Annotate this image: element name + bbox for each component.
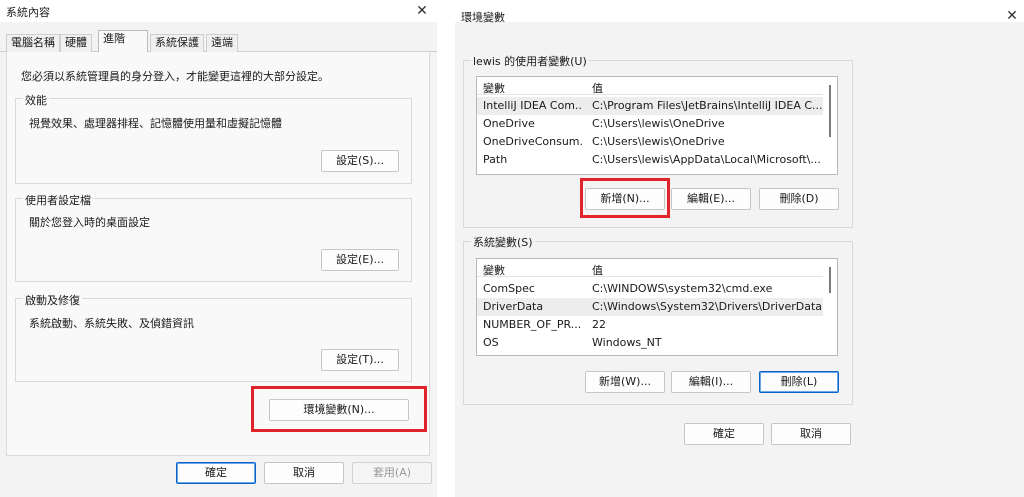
performance-desc: 視覺效果、處理器排程、記憶體使用量和虛擬記憶體	[29, 117, 282, 130]
performance-title: 效能	[23, 92, 49, 108]
list-item[interactable]: IntelliJ IDEA Com... C:\Program Files\Je…	[477, 97, 823, 115]
dialog-title: 環境變數	[461, 11, 505, 24]
user-new-button[interactable]: 新增(N)...	[585, 188, 665, 210]
ok-button[interactable]: 確定	[176, 462, 256, 484]
column-value[interactable]: 值	[592, 262, 603, 278]
list-item[interactable]: NUMBER_OF_PR... 22	[477, 316, 823, 334]
system-new-button[interactable]: 新增(W)...	[585, 371, 665, 393]
scrollbar-thumb[interactable]	[829, 85, 831, 137]
admin-note: 您必須以系統管理員的身分登入，才能變更這裡的大部分設定。	[21, 70, 329, 83]
ok-button[interactable]: 確定	[684, 423, 764, 445]
system-edit-button[interactable]: 編輯(I)...	[671, 371, 751, 393]
environment-variables-button[interactable]: 環境變數(N)...	[269, 399, 409, 421]
environment-variables-dialog: 環境變數 ✕ lewis 的使用者變數(U) 變數 值 IntelliJ IDE…	[455, 0, 1024, 497]
profiles-desc: 關於您登入時的桌面設定	[29, 216, 150, 229]
system-variables-title: 系統變數(S)	[471, 234, 535, 250]
tab-remote[interactable]: 遠端	[206, 34, 238, 52]
apply-button[interactable]: 套用(A)	[352, 462, 432, 484]
close-icon[interactable]: ✕	[410, 0, 434, 22]
cancel-button[interactable]: 取消	[264, 462, 344, 484]
startup-desc: 系統啟動、系統失敗、及偵錯資訊	[29, 317, 194, 330]
system-properties-titlebar: 系統內容 ✕	[0, 0, 437, 22]
tab-computer-name[interactable]: 電腦名稱	[6, 34, 60, 52]
column-value[interactable]: 值	[592, 80, 603, 96]
scrollbar-thumb[interactable]	[829, 267, 831, 293]
list-header: 變數 值	[477, 259, 823, 277]
list-header: 變數 值	[477, 77, 823, 95]
user-delete-button[interactable]: 刪除(D)	[759, 188, 839, 210]
startup-settings-button[interactable]: 設定(T)...	[321, 349, 399, 371]
list-item[interactable]: Path C:\Users\lewis\AppData\Local\Micros…	[477, 151, 823, 169]
system-variables-list[interactable]: 變數 值 ComSpec C:\WINDOWS\system32\cmd.exe…	[476, 258, 838, 356]
system-delete-button[interactable]: 刪除(L)	[759, 371, 839, 393]
cancel-button[interactable]: 取消	[771, 423, 851, 445]
column-variable[interactable]: 變數	[483, 262, 505, 278]
dialog-title: 系統內容	[6, 6, 50, 19]
tab-hardware[interactable]: 硬體	[60, 34, 92, 52]
tab-advanced[interactable]: 進階	[98, 30, 148, 53]
user-variables-title: lewis 的使用者變數(U)	[471, 53, 589, 69]
column-variable[interactable]: 變數	[483, 80, 505, 96]
environment-variables-titlebar: 環境變數 ✕	[455, 0, 1024, 24]
user-variables-list[interactable]: 變數 值 IntelliJ IDEA Com... C:\Program Fil…	[476, 76, 838, 175]
list-item[interactable]: DriverData C:\Windows\System32\Drivers\D…	[477, 298, 823, 316]
vertical-scrollbar[interactable]	[823, 259, 837, 355]
system-properties-dialog: 系統內容 ✕ 電腦名稱 硬體 進階 系統保護 遠端 您必須以系統管理員的身分登入…	[0, 0, 437, 497]
profiles-title: 使用者設定檔	[23, 192, 93, 208]
list-item[interactable]: ComSpec C:\WINDOWS\system32\cmd.exe	[477, 280, 823, 298]
performance-settings-button[interactable]: 設定(S)...	[321, 150, 399, 172]
list-item[interactable]: OS Windows_NT	[477, 334, 823, 352]
vertical-scrollbar[interactable]	[823, 77, 837, 174]
list-item[interactable]: OneDriveConsum... C:\Users\lewis\OneDriv…	[477, 133, 823, 151]
close-icon[interactable]: ✕	[1000, 5, 1024, 27]
list-item[interactable]: OneDrive C:\Users\lewis\OneDrive	[477, 115, 823, 133]
tab-system-protection[interactable]: 系統保護	[150, 34, 204, 52]
user-edit-button[interactable]: 編輯(E)...	[671, 188, 751, 210]
profiles-settings-button[interactable]: 設定(E)...	[321, 249, 399, 271]
advanced-tab-panel: 您必須以系統管理員的身分登入，才能變更這裡的大部分設定。 效能 視覺效果、處理器…	[6, 52, 430, 456]
tab-strip: 電腦名稱 硬體 進階 系統保護 遠端	[0, 30, 437, 53]
startup-title: 啟動及修復	[23, 292, 82, 308]
